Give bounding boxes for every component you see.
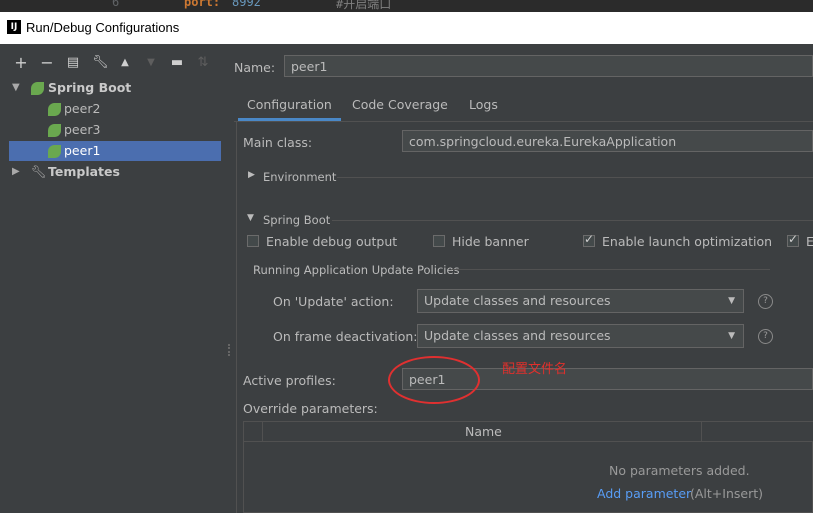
- hide-banner-label: Hide banner: [452, 234, 529, 249]
- code-value: 8992: [232, 0, 261, 9]
- tree-node-templates[interactable]: ▶ 🔧︎ Templates: [0, 162, 226, 182]
- column-header-name[interactable]: Name: [465, 424, 502, 439]
- shortcut-hint: (Alt+Insert): [690, 486, 764, 501]
- on-update-label: On 'Update' action:: [273, 294, 394, 309]
- remove-icon[interactable]: −: [40, 55, 54, 71]
- separator: [452, 269, 770, 270]
- annotation-circle: [388, 356, 480, 404]
- on-frame-label: On frame deactivation:: [273, 329, 418, 344]
- expand-arrow-icon[interactable]: ▶: [12, 162, 20, 182]
- code-comment: #开启端口: [336, 0, 392, 11]
- editor-background: 6 port: 8992 #开启端口: [0, 0, 813, 12]
- chevron-down-icon: ▼: [728, 296, 735, 306]
- sort-icon[interactable]: ⇅: [196, 56, 210, 70]
- spring-boot-icon: [48, 145, 61, 158]
- spring-boot-icon: [48, 124, 61, 137]
- wrench-icon[interactable]: 🔧︎: [92, 56, 109, 70]
- spring-boot-icon: [48, 103, 61, 116]
- tree-label: Templates: [48, 164, 120, 179]
- on-frame-select[interactable]: Update classes and resources ▼: [417, 324, 744, 348]
- title-bar: IJ Run/Debug Configurations: [0, 12, 813, 44]
- extra-option-label: E: [806, 234, 813, 249]
- main-class-label: Main class:: [243, 135, 313, 150]
- parameters-table: Name No parameters added. Add parameter …: [243, 421, 813, 513]
- line-number: 6: [112, 0, 120, 9]
- copy-icon[interactable]: ▤: [66, 56, 80, 70]
- table-header: Name: [244, 422, 813, 442]
- name-label: Name:: [234, 60, 276, 75]
- help-icon[interactable]: ?: [758, 294, 773, 309]
- tree-item-peer1[interactable]: peer1: [9, 141, 221, 161]
- tree-item-peer3[interactable]: peer3: [0, 120, 226, 140]
- on-update-select[interactable]: Update classes and resources ▼: [417, 289, 744, 313]
- launch-optimization-label: Enable launch optimization: [602, 234, 773, 249]
- wrench-icon: 🔧︎: [31, 164, 47, 179]
- override-label: Override parameters:: [243, 401, 378, 416]
- hide-banner-checkbox[interactable]: [433, 235, 445, 247]
- on-frame-value: Update classes and resources: [424, 328, 611, 343]
- name-field[interactable]: peer1: [284, 55, 813, 77]
- launch-optimization-checkbox[interactable]: [583, 232, 595, 247]
- tree-label: peer1: [64, 143, 101, 158]
- tree-label: peer3: [64, 122, 101, 137]
- tree-node-spring-boot[interactable]: ▼ Spring Boot: [0, 78, 226, 98]
- expand-arrow-icon[interactable]: ▼: [12, 78, 20, 98]
- arrow-down-icon[interactable]: ▼: [144, 56, 158, 70]
- tab-configuration[interactable]: Configuration: [238, 96, 341, 121]
- main-class-field[interactable]: com.springcloud.eureka.EurekaApplication: [402, 130, 813, 152]
- tab-logs[interactable]: Logs: [469, 96, 498, 118]
- collapse-arrow-icon[interactable]: ▶: [248, 170, 255, 180]
- separator: [337, 177, 813, 178]
- window-title: Run/Debug Configurations: [26, 20, 180, 35]
- add-parameter-link[interactable]: Add parameter: [597, 486, 691, 501]
- tab-code-coverage[interactable]: Code Coverage: [352, 96, 448, 118]
- chevron-down-icon: ▼: [728, 331, 735, 341]
- extra-option-checkbox[interactable]: [787, 232, 799, 247]
- on-update-value: Update classes and resources: [424, 293, 611, 308]
- config-tree: ▼ Spring Boot peer2 peer3 peer1 ▶ 🔧︎ Tem…: [0, 78, 226, 513]
- app-icon: IJ: [7, 20, 21, 34]
- tree-label: peer2: [64, 101, 101, 116]
- tree-item-peer2[interactable]: peer2: [0, 99, 226, 119]
- tree-toolbar: + − ▤ 🔧︎ ▲ ▼ ▬ ⇅: [0, 44, 226, 78]
- spring-boot-section[interactable]: Spring Boot: [263, 213, 330, 227]
- splitter[interactable]: [226, 44, 234, 513]
- add-icon[interactable]: +: [14, 55, 28, 71]
- expand-arrow-icon[interactable]: ▼: [247, 213, 254, 223]
- debug-output-checkbox[interactable]: [247, 235, 259, 247]
- code-key: port:: [184, 0, 221, 9]
- environment-section[interactable]: Environment: [263, 170, 336, 184]
- separator: [332, 220, 813, 221]
- debug-output-label: Enable debug output: [266, 234, 398, 249]
- update-policies-heading: Running Application Update Policies: [253, 263, 460, 277]
- folder-icon[interactable]: ▬: [170, 56, 184, 70]
- annotation-text: 配置文件名: [502, 362, 568, 377]
- tree-label: Spring Boot: [48, 80, 132, 95]
- spring-boot-icon: [31, 82, 44, 95]
- arrow-up-icon[interactable]: ▲: [118, 56, 132, 70]
- empty-text: No parameters added.: [609, 463, 750, 478]
- help-icon[interactable]: ?: [758, 329, 773, 344]
- active-profiles-label: Active profiles:: [243, 373, 336, 388]
